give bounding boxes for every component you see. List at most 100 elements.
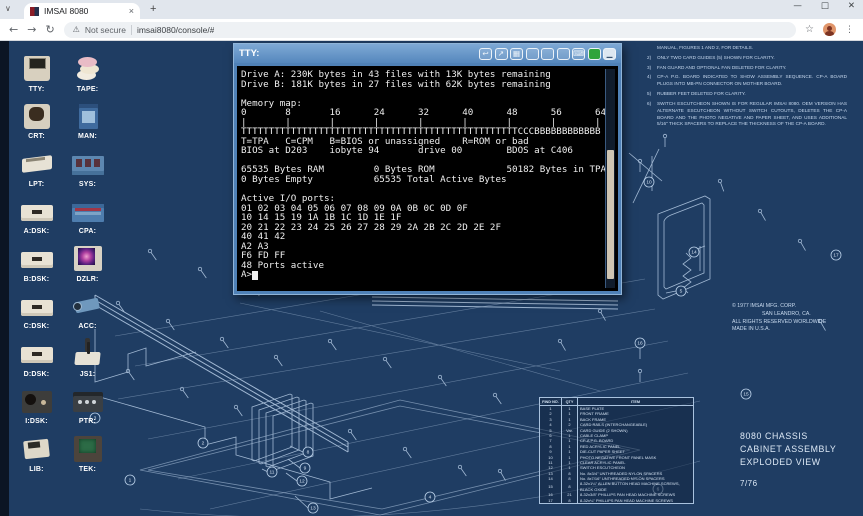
device-label: ACC:	[78, 323, 96, 330]
browser-menu-icon[interactable]: ⋮	[845, 25, 854, 35]
terminal-toolbar-button[interactable]: ↗	[495, 48, 508, 60]
device-label: SYS:	[79, 181, 96, 188]
device-label: TTY:	[29, 86, 45, 93]
terminal-toolbar-button[interactable]	[526, 48, 539, 60]
terminal-toolbar-button[interactable]: ▁	[603, 48, 616, 60]
assembly-note: MANUAL, FIGURES 1 AND 2, FOR DETAILS.	[647, 45, 847, 52]
terminal-toolbar-button[interactable]: ▦	[510, 48, 523, 60]
device-icon[interactable]	[20, 102, 54, 132]
window-close-icon[interactable]: ✕	[848, 1, 855, 11]
terminal-toolbar-button[interactable]	[557, 48, 570, 60]
device-item[interactable]: I:DSK:	[11, 378, 62, 426]
device-icon[interactable]	[71, 102, 105, 132]
device-item[interactable]: ACC:	[62, 283, 113, 331]
device-item[interactable]: JS1:	[62, 330, 113, 378]
tab-strip: ∨ IMSAI 8080 × + — □ ✕	[0, 0, 863, 19]
device-label: CRT:	[28, 133, 45, 140]
omnibox-divider	[131, 25, 132, 35]
device-item[interactable]: CRT:	[11, 93, 62, 141]
device-item[interactable]: D:DSK:	[11, 330, 62, 378]
terminal-scrollbar-thumb[interactable]	[607, 150, 614, 279]
sheet-left-margin	[0, 41, 9, 516]
device-item[interactable]: SYS:	[62, 140, 113, 188]
device-icon[interactable]	[20, 387, 54, 417]
device-icon[interactable]	[20, 434, 54, 464]
terminal-titlebar[interactable]: TTY: ↩ ↗ ▦ ⌨	[234, 44, 621, 63]
device-item[interactable]: TTY:	[11, 45, 62, 93]
window-maximize-icon[interactable]: □	[821, 1, 829, 11]
device-item[interactable]: MAN:	[62, 93, 113, 141]
tab-search-chevron-icon[interactable]: ∨	[5, 4, 11, 13]
terminal-scrollbar[interactable]	[605, 69, 615, 288]
device-label: PTR:	[79, 418, 96, 425]
device-item[interactable]: DZLR:	[62, 235, 113, 283]
tab-close-icon[interactable]: ×	[129, 6, 134, 16]
device-icon[interactable]	[20, 292, 54, 322]
page-content: 101451617891112131564213 MANUAL, FIGURES…	[0, 41, 863, 516]
svg-text:9: 9	[304, 466, 307, 472]
device-icon[interactable]	[71, 149, 105, 179]
device-icon[interactable]	[71, 197, 105, 227]
window-minimize-icon[interactable]: —	[793, 1, 802, 11]
profile-avatar[interactable]	[823, 23, 836, 36]
device-item[interactable]: PTR:	[62, 378, 113, 426]
device-item[interactable]: CPA:	[62, 188, 113, 236]
device-icon[interactable]	[20, 197, 54, 227]
terminal-toolbar-button[interactable]	[588, 48, 601, 60]
device-icon[interactable]	[20, 244, 54, 274]
address-bar[interactable]: ⚠ Not secure imsai8080/console/#	[64, 22, 796, 38]
terminal-output: Drive A: 230K bytes in 43 files with 13K…	[241, 70, 614, 270]
browser-window: ∨ IMSAI 8080 × + — □ ✕ ← → ↻ ⚠ Not secur…	[0, 0, 863, 516]
terminal-toolbar: ↩ ↗ ▦ ⌨ ▁	[479, 48, 616, 60]
assembly-note: 6) SWITCH ESCUTCHEON SHOWN IS FOR REGULA…	[647, 101, 847, 128]
not-secure-warning-icon[interactable]: ⚠	[73, 25, 80, 34]
browser-tab[interactable]: IMSAI 8080 ×	[24, 3, 140, 19]
terminal-toolbar-button[interactable]: ⌨	[572, 48, 585, 60]
assembly-note: 2) ONLY TWO CARD GUIDES (5) SHOWN FOR CL…	[647, 55, 847, 62]
refresh-icon[interactable]: ↻	[45, 24, 54, 35]
device-item[interactable]: LIB:	[11, 425, 62, 473]
terminal-cursor	[252, 271, 258, 280]
device-icon[interactable]	[71, 54, 105, 84]
device-icon[interactable]	[71, 339, 105, 369]
device-icon[interactable]	[20, 149, 54, 179]
new-tab-button[interactable]: +	[150, 3, 156, 15]
parts-table-row: 17 8 8-32x¼" PHILLIPS PAN HEAD MACHINE S…	[540, 498, 694, 504]
device-icon[interactable]	[20, 339, 54, 369]
not-secure-label[interactable]: Not secure	[85, 25, 126, 35]
device-item[interactable]: A:DSK:	[11, 188, 62, 236]
assembly-notes: MANUAL, FIGURES 1 AND 2, FOR DETAILS. 2)…	[647, 45, 847, 131]
device-item[interactable]: LPT:	[11, 140, 62, 188]
device-icon[interactable]	[71, 387, 105, 417]
device-icon[interactable]	[71, 244, 105, 274]
window-controls: — □ ✕	[793, 1, 855, 11]
terminal-prompt: A>	[241, 270, 252, 280]
url-text[interactable]: imsai8080/console/#	[137, 25, 215, 35]
parts-table: FIND NO. QTY ITEM 1 1 BASE PLATE	[539, 397, 694, 504]
back-icon[interactable]: ←	[9, 24, 18, 35]
terminal-toolbar-button[interactable]	[541, 48, 554, 60]
device-item[interactable]: C:DSK:	[11, 283, 62, 331]
tab-title: IMSAI 8080	[44, 6, 124, 16]
svg-text:16: 16	[637, 341, 643, 347]
device-icon[interactable]	[71, 434, 105, 464]
device-item[interactable]: B:DSK:	[11, 235, 62, 283]
device-icon[interactable]	[71, 292, 105, 322]
forward-icon[interactable]: →	[27, 24, 36, 35]
bookmark-star-icon[interactable]: ☆	[805, 24, 814, 35]
svg-text:13: 13	[310, 506, 316, 512]
parts-table-row: 15 8 8-32x1¼" ALLEN BUTTON HEAD MACHINE …	[540, 481, 694, 492]
terminal-title: TTY:	[239, 48, 259, 59]
terminal-screen[interactable]: Drive A: 230K bytes in 43 files with 13K…	[234, 63, 621, 294]
device-label: TAPE:	[77, 86, 98, 93]
svg-text:12: 12	[299, 479, 305, 485]
device-item[interactable]: TAPE:	[62, 45, 113, 93]
assembly-note: 4) CP-A P.G. BOARD INDICATED TO SHOW ASS…	[647, 74, 847, 88]
device-icon[interactable]	[20, 54, 54, 84]
svg-text:14: 14	[691, 250, 697, 256]
device-item[interactable]: TEK:	[62, 425, 113, 473]
device-label: DZLR:	[77, 276, 99, 283]
drawing-title: 8080 CHASSIS	[740, 430, 836, 443]
terminal-toolbar-button[interactable]: ↩	[479, 48, 492, 60]
svg-text:10: 10	[646, 180, 652, 186]
